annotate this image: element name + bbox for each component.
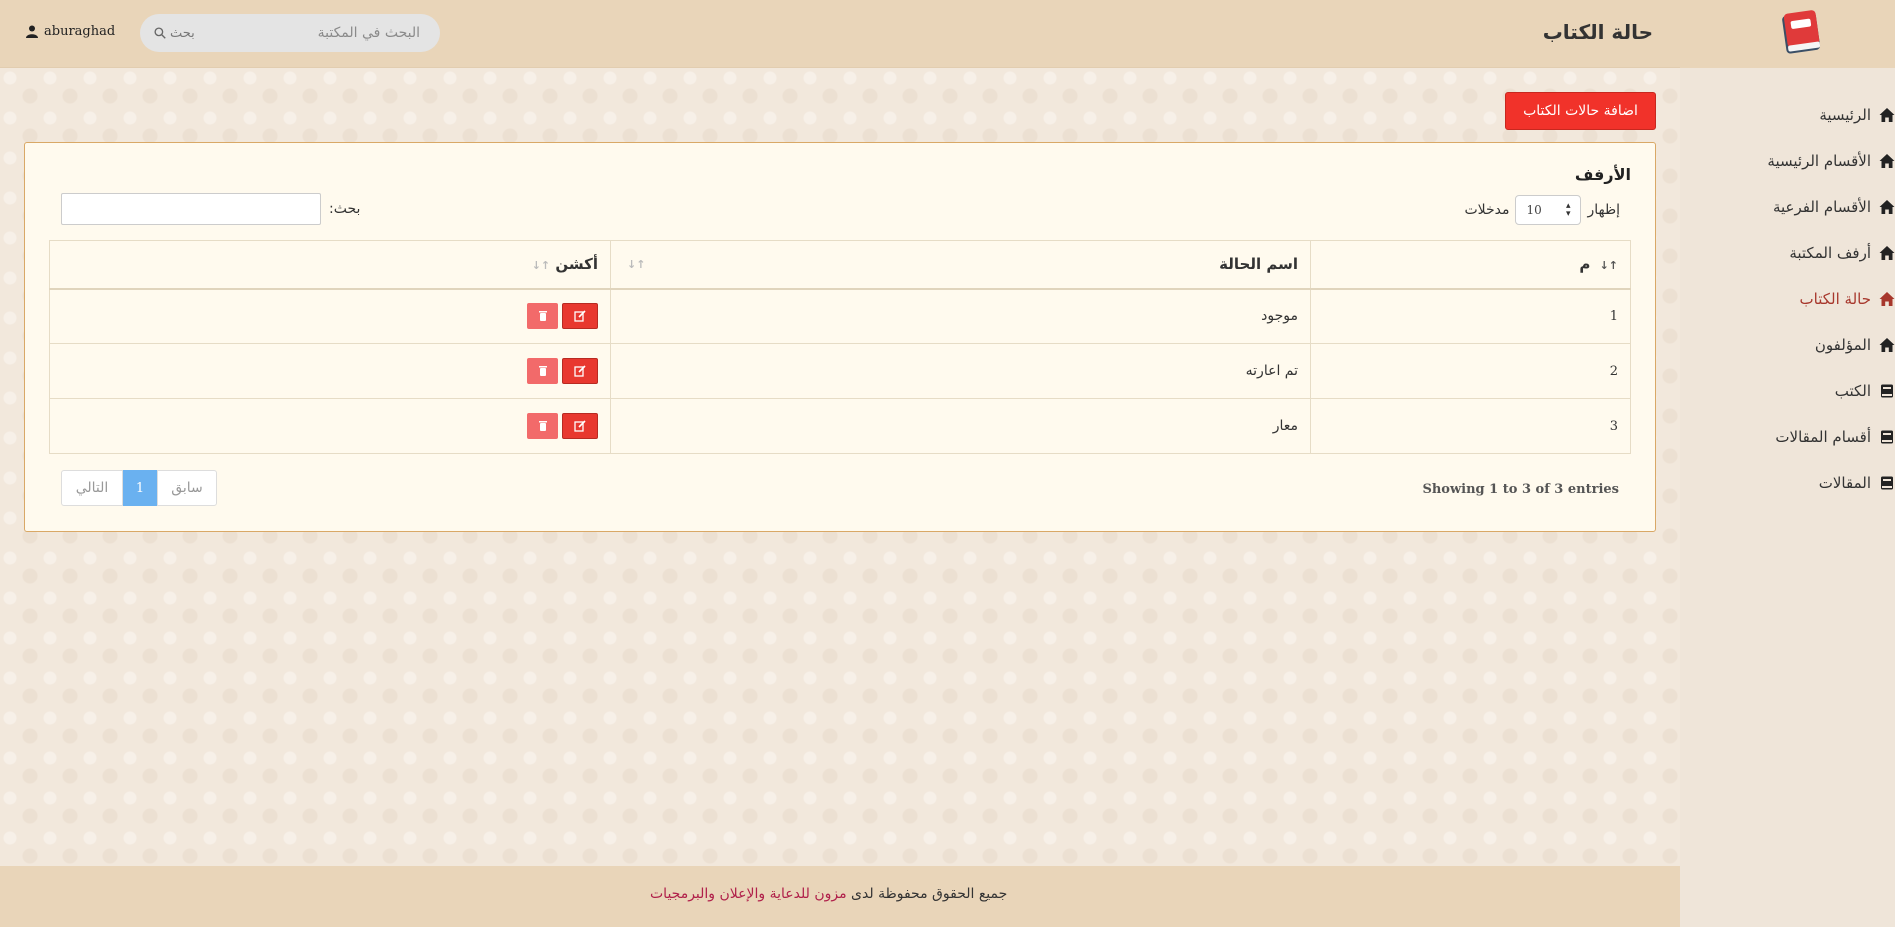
pagination-page-current[interactable]: 1: [123, 470, 157, 506]
sidebar-item[interactable]: أرفف المكتبة: [1680, 230, 1895, 276]
sort-icon: ↑↓: [531, 259, 551, 273]
home-icon: [1879, 245, 1895, 261]
table-row: 2 تم اعارته: [49, 343, 1631, 399]
page-title: حالة الكتاب: [1542, 20, 1653, 44]
top-header: حالة الكتاب بحث البحث في المكتبة aburagh…: [0, 0, 1680, 68]
table-row: 1 موجود: [49, 288, 1631, 344]
home-icon: [1879, 153, 1895, 169]
sidebar-item[interactable]: الأقسام الفرعية: [1680, 184, 1895, 230]
sidebar-item-label: الأقسام الفرعية: [1772, 198, 1871, 216]
sidebar-item[interactable]: الأقسام الرئيسية: [1680, 138, 1895, 184]
show-label: إظهار: [1587, 202, 1620, 218]
column-header-name[interactable]: اسم الحالة ↑↓: [610, 240, 1311, 290]
sort-asc-icon: ↑↓: [1599, 259, 1618, 273]
trash-icon: [537, 310, 549, 322]
sidebar-item[interactable]: الرئيسية: [1680, 92, 1895, 138]
page-length-select[interactable]: 10 ▴ ▾: [1515, 195, 1582, 225]
search-input[interactable]: البحث في المكتبة: [318, 25, 420, 41]
copyright-prefix: جميع الحقوق محفوظة لدى: [851, 886, 1008, 902]
column-header-label: م: [1579, 255, 1591, 274]
delete-button[interactable]: [527, 413, 558, 439]
column-header-label: اسم الحالة: [1219, 255, 1298, 274]
filter-label: بحث:: [329, 201, 361, 217]
home-icon: [1879, 107, 1895, 123]
table-header-row: ↑↓ م اسم الحالة ↑↓ أكشن ↑↓: [49, 240, 1631, 290]
search-button-label: بحث: [170, 25, 195, 41]
edit-icon: [574, 365, 586, 377]
column-header-label: أكشن: [555, 255, 598, 274]
sidebar: الرئيسية الأقسام الرئيسية الأقسام الفرعية أ…: [1680, 0, 1895, 927]
entries-label: مدخلات: [1464, 202, 1510, 218]
table-search-input[interactable]: [61, 193, 321, 225]
page-length-control: إظهار 10 ▴ ▾ مدخلات: [1464, 195, 1620, 225]
search-bar[interactable]: بحث البحث في المكتبة: [140, 14, 440, 52]
edit-icon: [574, 420, 586, 432]
sidebar-item-label: الرئيسية: [1819, 106, 1871, 124]
sidebar-nav: الرئيسية الأقسام الرئيسية الأقسام الفرعية أ…: [1680, 92, 1895, 506]
sidebar-item-label: أرفف المكتبة: [1789, 244, 1871, 262]
pagination: التالي 1 سابق: [61, 470, 217, 506]
cell-number: 2: [1310, 343, 1631, 399]
sidebar-item[interactable]: حالة الكتاب: [1680, 276, 1895, 322]
card-title: الأرفف: [1574, 165, 1631, 184]
trash-icon: [537, 420, 549, 432]
pagination-prev[interactable]: سابق: [157, 470, 217, 506]
edit-icon: [574, 310, 586, 322]
home-icon: [1879, 291, 1895, 307]
library-logo-icon[interactable]: [1776, 8, 1824, 56]
table-filter: بحث:: [61, 193, 360, 225]
sidebar-header: [1680, 0, 1895, 68]
sidebar-item-label: الأقسام الرئيسية: [1767, 152, 1871, 170]
cell-status-name: تم اعارته: [610, 343, 1311, 399]
pagination-next[interactable]: التالي: [61, 470, 123, 506]
delete-button[interactable]: [527, 303, 558, 330]
cell-number: 3: [1310, 398, 1631, 454]
book-icon: [1879, 429, 1895, 445]
search-icon: [154, 27, 166, 39]
cell-number: 1: [1310, 288, 1631, 344]
sidebar-item[interactable]: المقالات: [1680, 460, 1895, 506]
edit-button[interactable]: [562, 413, 598, 439]
column-header-number[interactable]: ↑↓ م: [1310, 240, 1631, 290]
cell-status-name: معار: [610, 398, 1311, 454]
home-icon: [1879, 199, 1895, 215]
sidebar-item-label: المقالات: [1818, 474, 1871, 492]
company-link[interactable]: مزون للدعاية والإعلان والبرمجيات: [650, 886, 847, 902]
book-icon: [1879, 383, 1895, 399]
sidebar-item[interactable]: الكتب: [1680, 368, 1895, 414]
sidebar-item[interactable]: المؤلفون: [1680, 322, 1895, 368]
content-card: الأرفف إظهار 10 ▴ ▾ مدخلات بحث: ↑↓ م اسم …: [24, 142, 1656, 532]
sidebar-item[interactable]: أقسام المقالات: [1680, 414, 1895, 460]
table-row: 3 معار: [49, 398, 1631, 454]
cell-actions: [49, 288, 611, 344]
home-icon: [1879, 337, 1895, 353]
select-arrows-icon: ▴ ▾: [1565, 201, 1571, 219]
page-length-value: 10: [1526, 203, 1542, 217]
user-icon: [26, 25, 38, 38]
cell-status-name: موجود: [610, 288, 1311, 344]
sort-icon: ↑↓: [627, 258, 646, 271]
add-book-status-button[interactable]: اضافة حالات الكتاب: [1505, 92, 1656, 130]
sidebar-item-label: حالة الكتاب: [1799, 290, 1871, 308]
status-table: ↑↓ م اسم الحالة ↑↓ أكشن ↑↓ 1 موجود 2 تم اعا…: [49, 240, 1631, 454]
copyright-text: جميع الحقوق محفوظة لدى مزون للدعاية والإ…: [650, 886, 1007, 902]
sidebar-item-label: الكتب: [1834, 382, 1871, 400]
footer: جميع الحقوق محفوظة لدى مزون للدعاية والإ…: [0, 866, 1680, 927]
username: aburaghad: [44, 24, 116, 39]
column-header-actions[interactable]: أكشن ↑↓: [49, 240, 611, 290]
table-info: Showing 1 to 3 of 3 entries: [1422, 482, 1619, 497]
sidebar-item-label: المؤلفون: [1814, 336, 1871, 354]
search-button[interactable]: بحث: [154, 26, 195, 41]
cell-actions: [49, 343, 611, 399]
cell-actions: [49, 398, 611, 454]
edit-button[interactable]: [562, 358, 598, 384]
trash-icon: [537, 365, 549, 377]
sidebar-item-label: أقسام المقالات: [1775, 428, 1871, 446]
delete-button[interactable]: [527, 358, 558, 384]
book-icon: [1879, 475, 1895, 491]
user-menu[interactable]: aburaghad: [26, 24, 115, 39]
edit-button[interactable]: [562, 303, 598, 330]
